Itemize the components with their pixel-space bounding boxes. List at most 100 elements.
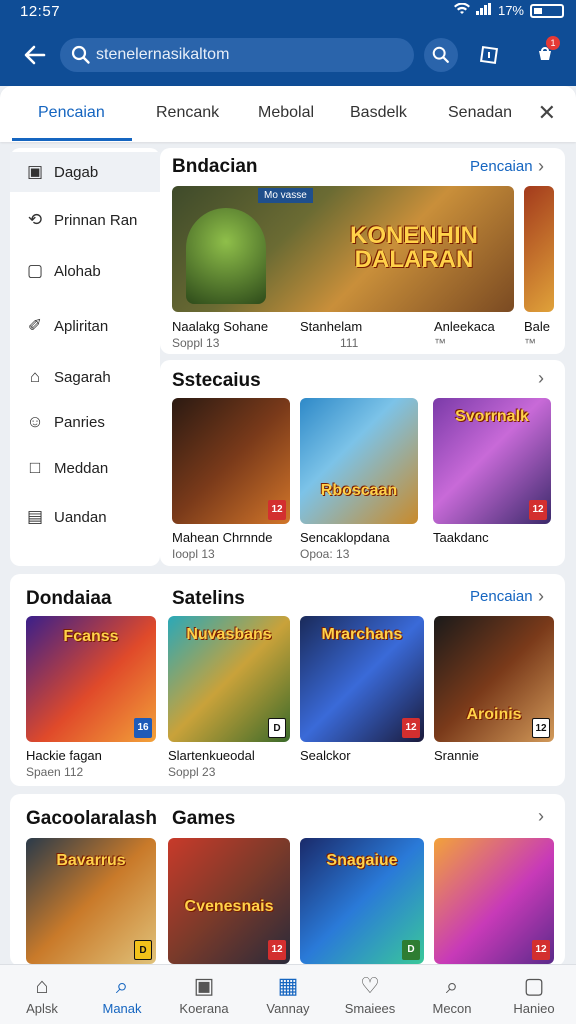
sidebar-item-sagarah[interactable]: ⌂ Sagarah (10, 357, 160, 397)
game-tile[interactable]: Snagaiue D (300, 838, 424, 964)
game-title[interactable]: Slartenkueodal (168, 748, 292, 763)
game-tile[interactable]: Svorrnalk 12 (433, 398, 551, 524)
heart-icon: ♡ (360, 973, 380, 998)
game-tile[interactable]: Nuvasbans D (168, 616, 290, 742)
sidebar-item-label: Uandan (54, 508, 107, 526)
section-title: Dondaiaa (26, 588, 112, 609)
section-subtitle: Games (172, 808, 236, 829)
sidebar-item-dagab[interactable]: ▣ Dagab (10, 152, 160, 192)
sidebar-item-meddan[interactable]: □ Meddan (10, 448, 160, 488)
game-tile[interactable] (524, 186, 554, 312)
battery-percent: 17% (497, 3, 524, 18)
battery-icon (530, 3, 564, 18)
game-logo: Svorrnalk (455, 408, 529, 425)
game-tile[interactable]: Aroinis 12 (434, 616, 554, 742)
banner-tag: Mo vasse (258, 188, 313, 203)
age-rating-badge: 12 (402, 718, 420, 738)
category-tabs: Pencaian Rencank Mebolal Basdelk Senadan… (0, 86, 576, 142)
game-logo: Cvenesnais (184, 898, 274, 915)
pencil-icon: ✐ (27, 316, 43, 335)
magnifier-icon: ⌕ (445, 973, 459, 998)
tab-pencaian[interactable]: Pencaian (38, 104, 105, 122)
wifi-icon (453, 2, 470, 18)
game-title[interactable]: Bale (524, 319, 564, 334)
nav-item-manak[interactable]: ⌕ Manak (86, 973, 158, 1016)
sidebar-item-label: Sagarah (54, 368, 111, 386)
nav-item-hanieo[interactable]: ▢ Hanieo (498, 973, 570, 1016)
sidebar-item-prinnan-ran[interactable]: ⟲ Prinnan Ran (10, 200, 160, 240)
nav-label: Manak (102, 1001, 142, 1016)
square-icon: □ (29, 458, 41, 477)
game-meta: Soppl 13 (172, 336, 220, 350)
game-tile[interactable]: Fcanss 16 (26, 616, 156, 742)
section-title: Sstecaius (172, 370, 261, 391)
back-arrow-icon[interactable] (18, 38, 52, 72)
age-rating-badge: D (134, 940, 152, 960)
game-title[interactable]: Anleekaca (434, 319, 524, 334)
game-title[interactable]: Hackie fagan (26, 748, 150, 763)
nav-item-vannay[interactable]: ▦ Vannay (252, 973, 324, 1016)
close-icon[interactable]: ✕ (538, 100, 556, 126)
nav-label: Vannay (266, 1001, 310, 1016)
sidebar-item-label: Panries (54, 413, 105, 431)
game-logo: Rboscaan (320, 482, 398, 499)
section-title: Gacoolaralash (26, 808, 157, 829)
game-meta: Spaen 112 (26, 765, 84, 779)
game-title[interactable]: Taakdanc (433, 530, 557, 545)
sidebar-item-label: Alohab (54, 262, 101, 280)
tab-senadan[interactable]: Senadan (448, 104, 512, 122)
chevron-right-icon[interactable]: › (538, 156, 544, 177)
game-tile[interactable]: Rboscaan (300, 398, 418, 524)
section-more-link[interactable]: Pencaian (470, 158, 533, 175)
library-icon: ▣ (193, 973, 215, 998)
game-tile[interactable]: Mrarchans 12 (300, 616, 424, 742)
game-meta: 111 (340, 336, 359, 350)
search-input[interactable]: stenelernasikaltom (60, 38, 414, 72)
signal-icon (475, 3, 492, 18)
game-meta: ™ (434, 336, 446, 350)
banner-logo: KONENHIN DALARAN (349, 222, 478, 273)
game-title[interactable]: Sencaklopdana (300, 530, 424, 545)
nav-item-mecon[interactable]: ⌕ Mecon (416, 973, 488, 1016)
age-rating-badge: D (268, 718, 286, 738)
game-title[interactable]: Srannie (434, 748, 558, 763)
game-title[interactable]: Naalakg Sohane (172, 319, 296, 334)
game-title[interactable]: Sealckor (300, 748, 424, 763)
game-tile[interactable]: Cvenesnais 12 (168, 838, 290, 964)
games-section: Gacoolaralash Games › Bavarrus D Cvenesn… (10, 794, 565, 966)
cart-button[interactable]: 1 (528, 36, 562, 72)
sidebar-item-label: Apliritan (54, 317, 109, 335)
status-time: 12:57 (20, 3, 61, 20)
nav-item-smaiees[interactable]: ♡ Smaiees (334, 973, 406, 1016)
game-tile[interactable]: 12 (172, 398, 290, 524)
game-title[interactable]: Mahean Chrnnde (172, 530, 296, 545)
featured-section: Bndacian Pencaian › Mo vasse KONENHIN DA… (160, 148, 565, 354)
tab-mebolal[interactable]: Mebolal (258, 104, 314, 122)
game-tile[interactable]: Bavarrus D (26, 838, 156, 964)
tab-basdelk[interactable]: Basdelk (350, 104, 407, 122)
sidebar-item-panries[interactable]: ☺ Panries (10, 402, 160, 442)
tab-rencank[interactable]: Rencank (156, 104, 219, 122)
chevron-right-icon[interactable]: › (538, 806, 544, 827)
search-value: stenelernasikaltom (96, 46, 230, 63)
sidebar-item-alohab[interactable]: ▢ Alohab (10, 251, 160, 291)
hero-figure (186, 208, 266, 304)
game-tile[interactable]: 12 (434, 838, 554, 964)
section-more-link[interactable]: Pencaian (470, 588, 533, 605)
chevron-right-icon[interactable]: › (538, 368, 544, 389)
nav-label: Aplsk (26, 1001, 58, 1016)
gift-icon[interactable] (472, 38, 506, 72)
search-button[interactable] (424, 38, 458, 72)
nav-item-koerana[interactable]: ▣ Koerana (168, 973, 240, 1016)
game-title[interactable]: Stanhelam (300, 319, 424, 334)
sidebar-item-apliritan[interactable]: ✐ Apliritan (10, 306, 160, 346)
nav-label: Hanieo (513, 1001, 555, 1016)
game-meta: Ioopl 13 (172, 547, 215, 561)
nav-label: Mecon (432, 1001, 472, 1016)
nav-item-aplsk[interactable]: ⌂ Aplsk (6, 973, 78, 1016)
game-meta: Soppl 23 (168, 765, 216, 779)
chevron-right-icon[interactable]: › (538, 586, 544, 607)
sidebar-item-uandan[interactable]: ▤ Uandan (10, 497, 160, 537)
refresh-icon: ⟲ (27, 210, 43, 229)
featured-banner[interactable]: Mo vasse KONENHIN DALARAN (172, 186, 514, 312)
